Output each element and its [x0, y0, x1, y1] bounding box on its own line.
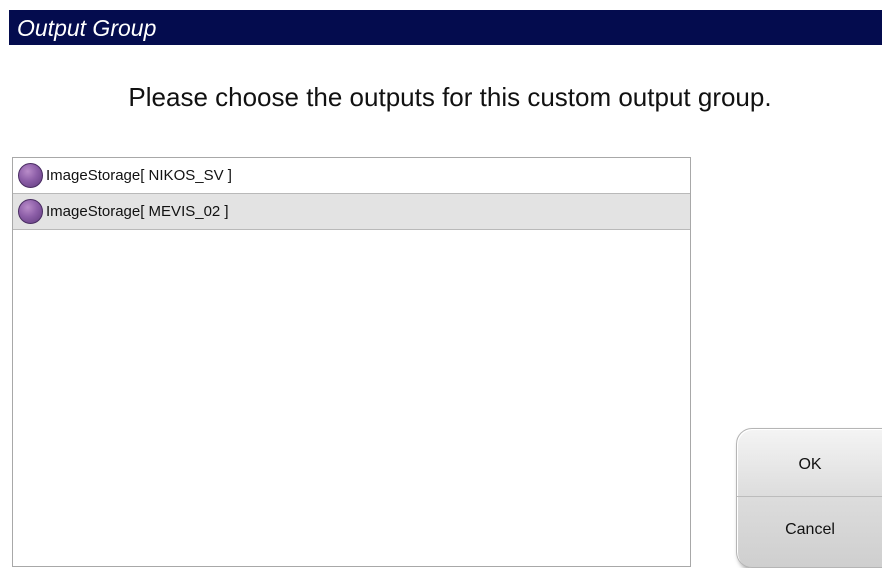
list-item-label: ImageStorage[ NIKOS_SV ] — [46, 167, 232, 184]
list-item-mevis-02[interactable]: ImageStorage[ MEVIS_02 ] — [13, 194, 690, 230]
purple-circle-icon — [18, 163, 43, 188]
output-list[interactable]: ImageStorage[ NIKOS_SV ] ImageStorage[ M… — [12, 157, 691, 567]
ok-button[interactable]: OK — [737, 429, 882, 497]
list-item-label: ImageStorage[ MEVIS_02 ] — [46, 203, 229, 220]
purple-circle-icon — [18, 199, 43, 224]
list-item-nikos-sv[interactable]: ImageStorage[ NIKOS_SV ] — [13, 158, 690, 194]
button-panel: OK Cancel — [736, 428, 882, 568]
instruction-text: Please choose the outputs for this custo… — [128, 82, 772, 112]
dialog-title: Output Group — [9, 10, 882, 45]
cancel-button[interactable]: Cancel — [737, 497, 882, 567]
